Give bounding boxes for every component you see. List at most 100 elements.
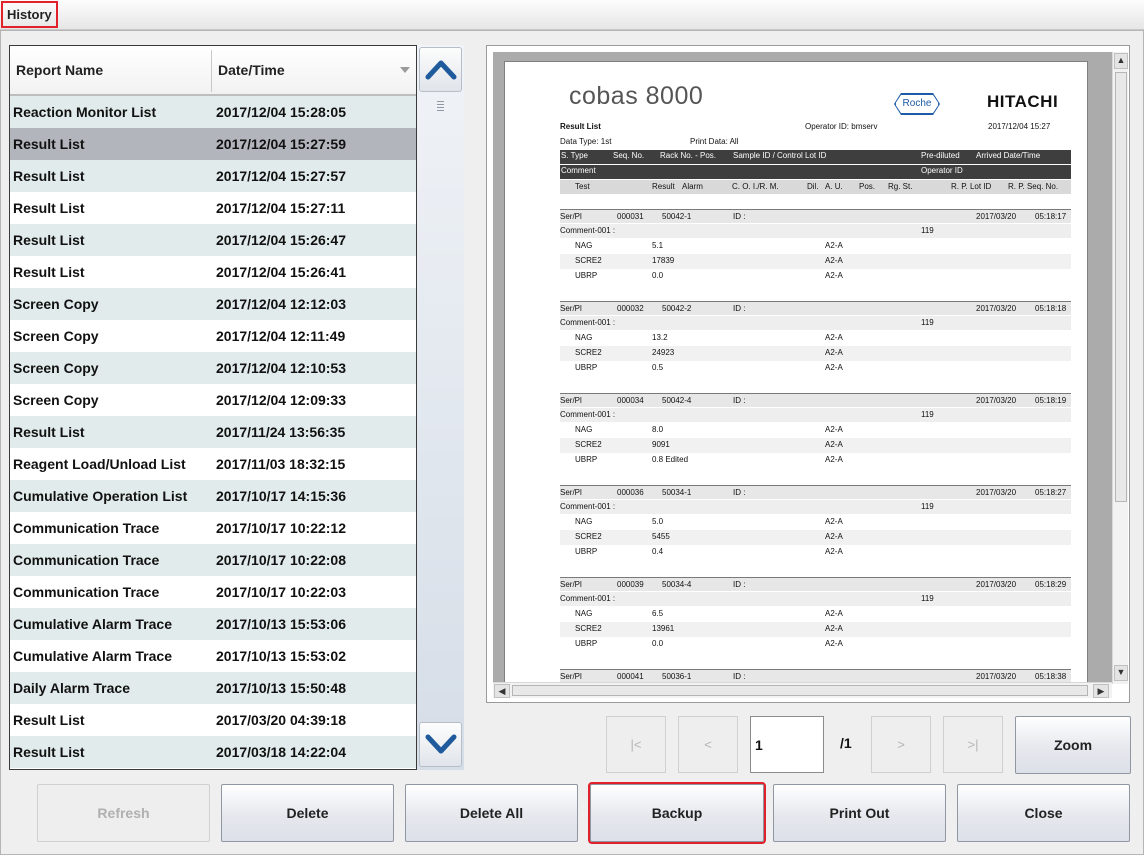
list-row[interactable]: Result List 2017/12/04 15:27:59 — [10, 128, 416, 160]
hdr-au: A. U. — [825, 182, 843, 191]
sample-time: 05:18:18 — [1035, 304, 1067, 313]
test-name: SCRE2 — [575, 440, 602, 449]
cobas-logo: cobas 8000 — [569, 82, 704, 110]
list-row[interactable]: Result List 2017/11/24 13:56:35 — [10, 416, 416, 448]
hdr-operator: Operator ID — [921, 166, 963, 175]
list-row[interactable]: Daily Alarm Trace 2017/10/13 15:50:48 — [10, 672, 416, 704]
sample-test-row: UBRP 0.4 A2-A — [560, 545, 1071, 560]
test-name: NAG — [575, 241, 593, 250]
list-row[interactable]: Screen Copy 2017/12/04 12:11:49 — [10, 320, 416, 352]
next-page-button[interactable]: > — [871, 716, 931, 773]
print-out-button[interactable]: Print Out — [773, 784, 946, 842]
list-row[interactable]: Cumulative Alarm Trace 2017/10/13 15:53:0… — [10, 608, 416, 640]
list-row[interactable]: Screen Copy 2017/12/04 12:12:03 — [10, 288, 416, 320]
scroll-down-button[interactable] — [419, 722, 462, 767]
list-row[interactable]: Result List 2017/12/04 15:27:11 — [10, 192, 416, 224]
sample-date: 2017/03/20 — [976, 304, 1017, 313]
list-row[interactable]: Cumulative Alarm Trace 2017/10/13 15:53:0… — [10, 640, 416, 672]
list-row[interactable]: Reagent Load/Unload List 2017/11/03 18:32… — [10, 448, 416, 480]
test-name: NAG — [575, 425, 593, 434]
scroll-up-arrow-icon[interactable]: ▲ — [1114, 53, 1128, 69]
test-au: A2-A — [825, 547, 843, 556]
delete-button[interactable]: Delete — [221, 784, 394, 842]
sample-rack: 50036-1 — [662, 672, 692, 681]
scroll-up-button[interactable] — [419, 47, 462, 92]
test-au: A2-A — [825, 271, 843, 280]
date-time-cell: 2017/12/04 15:27:57 — [216, 168, 346, 184]
delete-all-button[interactable]: Delete All — [405, 784, 578, 842]
sample-header-row: Ser/Pl 000036 50034-1 ID : 2017/03/20 05:18:2… — [560, 485, 1071, 499]
list-row[interactable]: Communication Trace 2017/10/17 10:22:12 — [10, 512, 416, 544]
refresh-button[interactable]: Refresh — [37, 784, 210, 842]
preview-vertical-scrollbar[interactable]: ▲ ▼ — [1112, 52, 1128, 684]
scroll-grip-icon[interactable] — [419, 93, 462, 119]
backup-button[interactable]: Backup — [588, 782, 766, 844]
sample-operator: 119 — [921, 318, 934, 327]
list-row[interactable]: Reaction Monitor List 2017/12/04 15:28:05 — [10, 96, 416, 128]
zoom-button[interactable]: Zoom — [1015, 716, 1131, 774]
report-header-row-3: Test Result Alarm C. O. I./R. M. Dil. A.… — [560, 180, 1071, 194]
date-time-cell: 2017/03/20 04:39:18 — [216, 712, 346, 728]
hdr-coi: C. O. I./R. M. — [732, 182, 779, 191]
sample-date: 2017/03/20 — [976, 396, 1017, 405]
test-name: NAG — [575, 517, 593, 526]
test-result: 5455 — [652, 532, 670, 541]
preview-horizontal-scrollbar[interactable]: ◀ ▶ — [493, 682, 1112, 698]
test-name: SCRE2 — [575, 624, 602, 633]
sample-comment-row: Comment-001 : 119 — [560, 224, 1071, 238]
test-result: 17839 — [652, 256, 675, 265]
list-row[interactable]: Screen Copy 2017/12/04 12:10:53 — [10, 352, 416, 384]
page-number-input[interactable] — [750, 716, 824, 773]
list-row[interactable]: Result List 2017/12/04 15:26:47 — [10, 224, 416, 256]
list-row[interactable]: Result List 2017/03/18 14:22:04 — [10, 736, 416, 768]
sample-test-row: UBRP 0.5 A2-A — [560, 361, 1071, 376]
list-row[interactable]: Cumulative Operation List 2017/10/17 14:1… — [10, 480, 416, 512]
column-header-date-time[interactable]: Date/Time — [218, 46, 388, 94]
sample-test-row: SCRE2 9091 A2-A — [560, 438, 1071, 453]
hdr-seq: Seq. No. — [613, 151, 645, 160]
sample-comment: Comment-001 : — [560, 318, 616, 327]
page-total: /1 — [840, 735, 852, 751]
report-list: Report Name Date/Time Reaction Monitor L… — [9, 45, 417, 770]
scroll-down-arrow-icon[interactable]: ▼ — [1114, 665, 1128, 681]
column-header-report-name[interactable]: Report Name — [16, 46, 211, 94]
list-row[interactable]: Result List 2017/03/20 04:39:18 — [10, 704, 416, 736]
previous-page-button[interactable]: < — [678, 716, 738, 773]
scroll-right-arrow-icon[interactable]: ▶ — [1093, 684, 1109, 698]
sample-comment: Comment-001 : — [560, 410, 616, 419]
test-au: A2-A — [825, 532, 843, 541]
test-result: 24923 — [652, 348, 675, 357]
close-button[interactable]: Close — [957, 784, 1130, 842]
test-au: A2-A — [825, 440, 843, 449]
list-row[interactable]: Result List 2017/12/04 15:27:57 — [10, 160, 416, 192]
sample-test-row: NAG 8.0 A2-A — [560, 423, 1071, 438]
report-name-cell: Cumulative Alarm Trace — [13, 648, 172, 664]
vertical-scroll-thumb[interactable] — [1115, 72, 1127, 502]
list-row[interactable]: Communication Trace 2017/10/17 10:22:08 — [10, 544, 416, 576]
list-scroll-column — [417, 45, 464, 770]
sample-id: ID : — [733, 580, 746, 589]
test-result: 5.0 — [652, 517, 664, 526]
report-name-cell: Screen Copy — [13, 360, 99, 376]
test-name: SCRE2 — [575, 532, 602, 541]
test-au: A2-A — [825, 517, 843, 526]
report-name-cell: Reaction Monitor List — [13, 104, 157, 120]
report-sample-block: Ser/Pl 000031 50042-1 ID : 2017/03/20 05:18:1… — [560, 209, 1071, 291]
sample-test-row: NAG 6.5 A2-A — [560, 607, 1071, 622]
preview-viewport[interactable]: cobas 8000 Roche HITACHI Result List Ope… — [493, 52, 1112, 684]
sample-comment: Comment-001 : — [560, 502, 616, 511]
list-row[interactable]: Communication Trace 2017/10/17 10:22:03 — [10, 576, 416, 608]
list-row[interactable]: Screen Copy 2017/12/04 12:09:33 — [10, 384, 416, 416]
horizontal-scroll-thumb[interactable] — [512, 685, 1088, 696]
test-result: 0.8 Edited — [652, 455, 689, 464]
sample-type: Ser/Pl — [560, 580, 582, 589]
sample-test-row: UBRP 0.0 A2-A — [560, 637, 1071, 652]
scroll-left-arrow-icon[interactable]: ◀ — [494, 684, 510, 698]
last-page-button[interactable]: >| — [943, 716, 1003, 773]
test-au: A2-A — [825, 609, 843, 618]
list-row[interactable]: Result List 2017/12/04 15:26:41 — [10, 256, 416, 288]
date-time-cell: 2017/12/04 15:26:47 — [216, 232, 346, 248]
window-title: History — [1, 1, 58, 28]
first-page-button[interactable]: |< — [606, 716, 666, 773]
report-name-cell: Result List — [13, 168, 85, 184]
